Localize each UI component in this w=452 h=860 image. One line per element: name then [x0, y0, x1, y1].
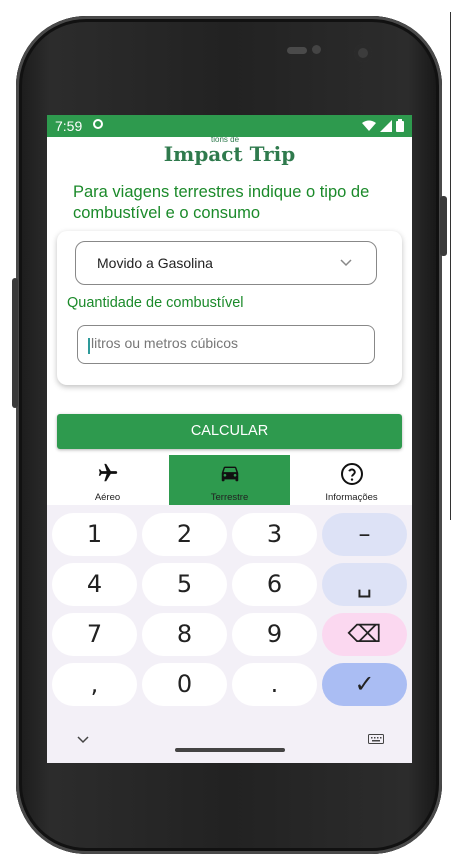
- nav-label: Aéreo: [94, 492, 121, 503]
- battery-icon: [396, 119, 404, 132]
- key-1[interactable]: 1: [52, 513, 137, 556]
- nav-label: Informações: [325, 492, 378, 503]
- window-border: [450, 12, 451, 520]
- app-logo: Impact Trip: [163, 142, 296, 166]
- speaker: [287, 47, 307, 54]
- key-minus[interactable]: –: [322, 513, 407, 556]
- power-button: [440, 196, 447, 256]
- key-done[interactable]: ✓: [322, 663, 407, 706]
- quantity-label: Quantidade de combustível: [67, 295, 244, 311]
- key-8[interactable]: 8: [142, 613, 227, 656]
- quantity-field[interactable]: [77, 325, 375, 364]
- key-6[interactable]: 6: [232, 563, 317, 606]
- nav-item-terrestre[interactable]: Terrestre: [169, 455, 290, 505]
- fuel-type-select[interactable]: Movido a Gasolina: [75, 241, 377, 285]
- screen: 7:59 tions de Impact Trip Para viagens t…: [47, 115, 412, 763]
- status-bar: 7:59: [47, 115, 412, 137]
- help-icon: [340, 463, 363, 485]
- key-3[interactable]: 3: [232, 513, 317, 556]
- notification-icon: [93, 119, 103, 129]
- key-5[interactable]: 5: [142, 563, 227, 606]
- quantity-input[interactable]: [91, 335, 361, 351]
- bottom-nav: Aéreo Terrestre Informações: [47, 455, 412, 505]
- key-comma[interactable]: ,: [52, 663, 137, 706]
- front-camera: [354, 44, 372, 62]
- signal-icon: [380, 119, 392, 132]
- airplane-icon: [98, 463, 117, 482]
- status-time: 7:59: [55, 118, 83, 134]
- wifi-icon: [362, 120, 376, 131]
- fuel-card: Movido a Gasolina Quantidade de combustí…: [57, 231, 402, 385]
- numeric-keyboard: 1 2 3 – 4 5 6 ␣ 7 8 9 ⌫ , 0 . ✓: [47, 505, 412, 763]
- key-0[interactable]: 0: [142, 663, 227, 706]
- car-icon: [221, 466, 238, 482]
- instruction-text: Para viagens terrestres indique o tipo d…: [73, 183, 370, 222]
- chevron-down-icon[interactable]: [77, 736, 89, 744]
- key-period[interactable]: .: [232, 663, 317, 706]
- main-content: tions de Impact Trip Para viagens terres…: [47, 135, 412, 455]
- key-7[interactable]: 7: [52, 613, 137, 656]
- key-space[interactable]: ␣: [322, 563, 407, 606]
- nav-label: Terrestre: [210, 492, 249, 503]
- text-cursor: [88, 338, 90, 354]
- chevron-down-icon: [340, 256, 352, 270]
- calculate-button[interactable]: CALCULAR: [57, 414, 402, 449]
- key-4[interactable]: 4: [52, 563, 137, 606]
- nav-item-informacoes[interactable]: Informações: [291, 455, 412, 505]
- key-backspace[interactable]: ⌫: [322, 613, 407, 656]
- nav-item-aereo[interactable]: Aéreo: [47, 455, 168, 505]
- key-9[interactable]: 9: [232, 613, 317, 656]
- keyboard-icon[interactable]: [368, 734, 384, 744]
- key-2[interactable]: 2: [142, 513, 227, 556]
- fuel-type-value: Movido a Gasolina: [97, 255, 213, 271]
- sensor: [312, 45, 321, 54]
- home-indicator[interactable]: [175, 748, 285, 752]
- volume-button: [12, 278, 18, 408]
